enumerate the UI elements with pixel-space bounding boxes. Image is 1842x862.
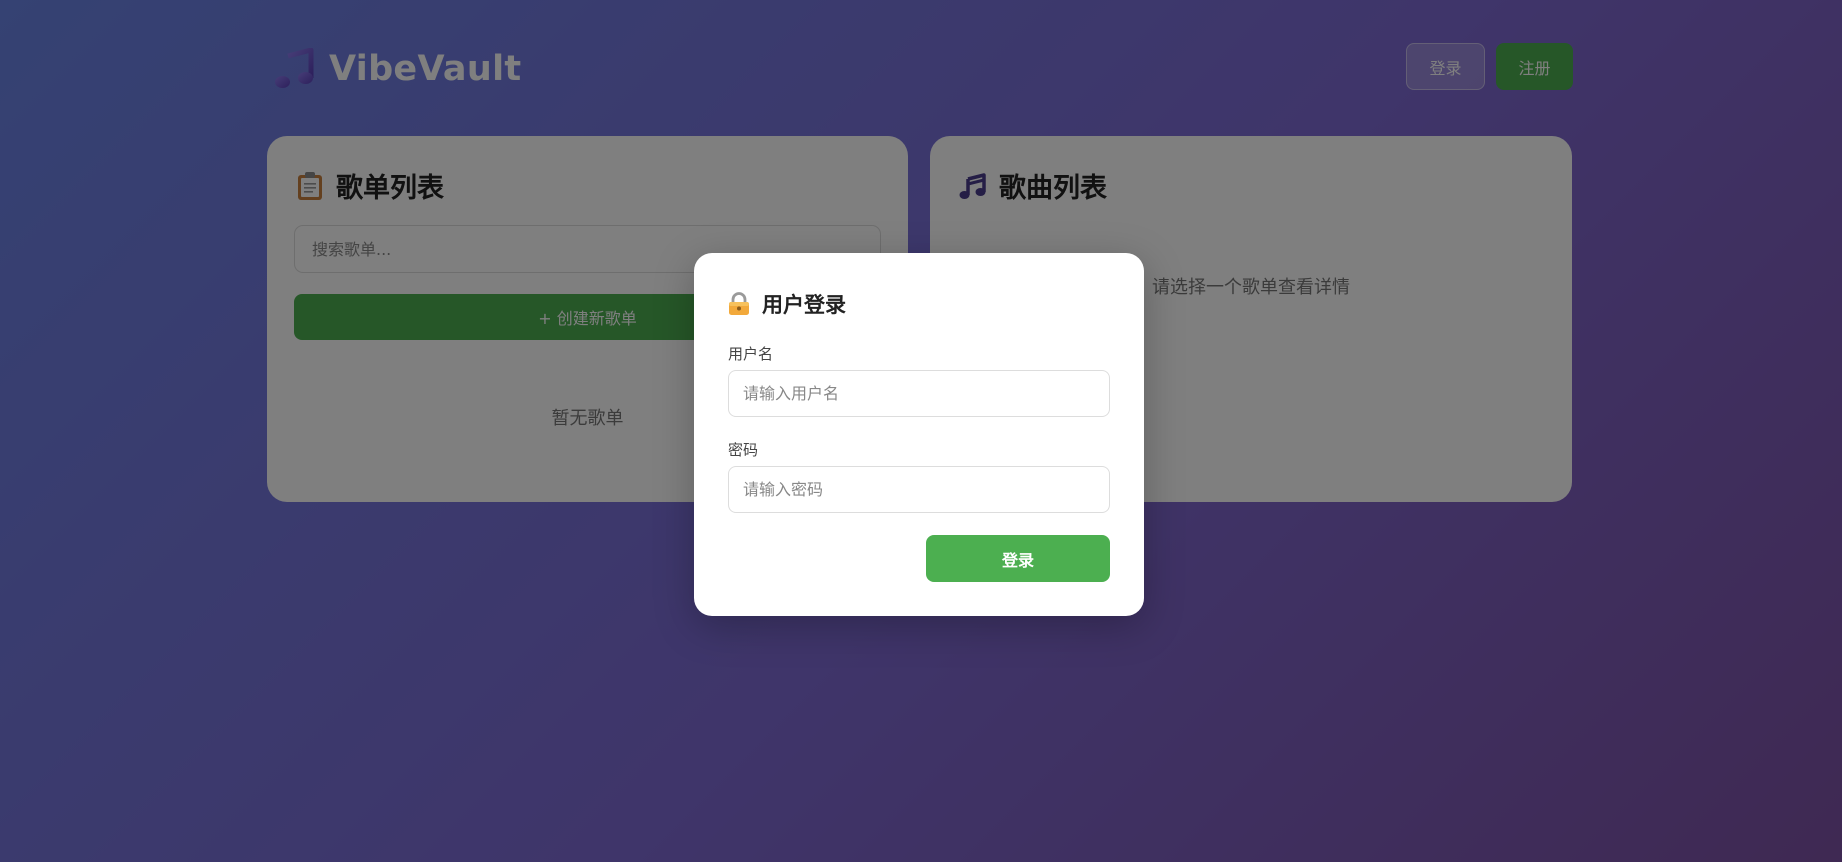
login-submit-button[interactable]: 登录 (926, 535, 1110, 582)
lock-icon (729, 292, 749, 315)
login-modal: 用户登录 用户名 密码 登录 (694, 253, 1144, 616)
app-page: VibeVault 登录 注册 歌单列表 + 创建新歌单 暂无歌单 (0, 0, 1842, 862)
password-input[interactable] (728, 466, 1110, 513)
password-label: 密码 (728, 441, 759, 459)
login-title: 用户登录 (762, 293, 846, 317)
login-modal-title: 用户登录 (728, 289, 846, 319)
username-input[interactable] (728, 370, 1110, 417)
username-label: 用户名 (728, 345, 774, 363)
